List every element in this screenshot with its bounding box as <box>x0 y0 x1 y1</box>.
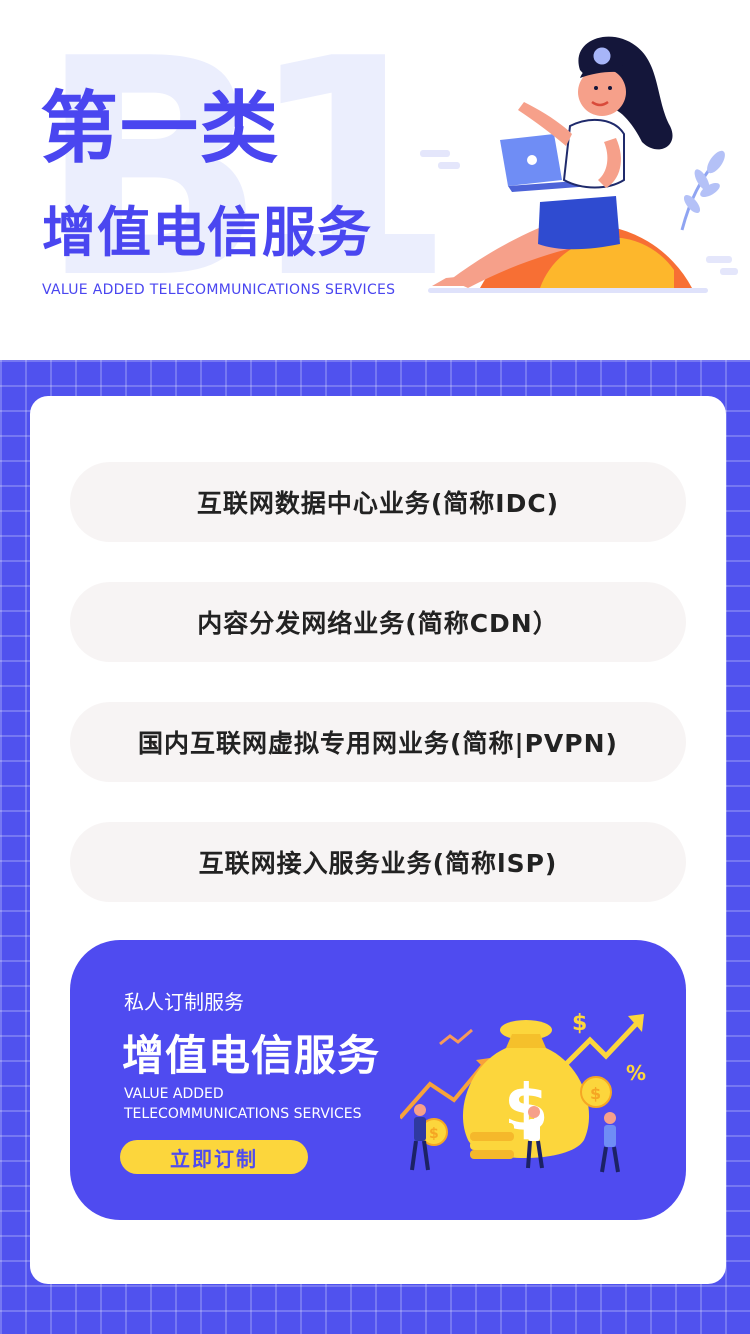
service-item-ipvpn[interactable]: 国内互联网虚拟专用网业务(简称|PVPN) <box>70 702 686 782</box>
service-item-isp[interactable]: 互联网接入服务业务(简称lSP) <box>70 822 686 902</box>
svg-text:$: $ <box>590 1084 601 1103</box>
page-subtitle: 增值电信服务 <box>42 201 372 264</box>
banner-label: 私人订制服务 <box>124 990 244 1014</box>
svg-text:$: $ <box>429 1126 439 1142</box>
svg-text:$: $ <box>572 1011 587 1036</box>
banner-title: 增值电信服务 <box>122 1031 381 1080</box>
banner-english-subtitle: VALUE ADDED TELECOMMUNICATIONS SERVICES <box>124 1084 404 1124</box>
money-bag-illustration: $ % $ $ $ <box>400 1011 646 1173</box>
main-section: 互联网数据中心业务(简称IDC) 内容分发网络业务(简称CDN） 国内互联网虚拟… <box>0 360 750 1334</box>
service-item-cdn[interactable]: 内容分发网络业务(简称CDN） <box>70 582 686 662</box>
banner-english-line: TELECOMMUNICATIONS SERVICES <box>124 1106 362 1122</box>
header: B1 第一类 增值电信服务 VALUE ADDED TELECOMMUNICAT… <box>0 0 750 360</box>
service-item-idc[interactable]: 互联网数据中心业务(简称IDC) <box>70 462 686 542</box>
svg-text:%: % <box>626 1061 646 1085</box>
service-label: 互联网数据中心业务(简称IDC) <box>196 489 560 518</box>
service-label: 国内互联网虚拟专用网业务(简称|PVPN) <box>138 729 618 758</box>
order-now-button[interactable]: 立即订制 <box>120 1140 308 1174</box>
content-card: 互联网数据中心业务(简称IDC) 内容分发网络业务(简称CDN） 国内互联网虚拟… <box>30 396 726 1284</box>
service-label: 内容分发网络业务(简称CDN） <box>197 609 559 638</box>
english-subtitle: VALUE ADDED TELECOMMUNICATIONS SERVICES <box>42 282 396 298</box>
custom-service-banner[interactable]: 私人订制服务 增值电信服务 VALUE ADDED TELECOMMUNICAT… <box>70 940 686 1220</box>
page-title: 第一类 <box>40 84 281 174</box>
service-label: 互联网接入服务业务(简称lSP) <box>198 849 558 878</box>
woman-laptop-illustration <box>420 36 738 293</box>
banner-english-line: VALUE ADDED <box>124 1086 224 1102</box>
